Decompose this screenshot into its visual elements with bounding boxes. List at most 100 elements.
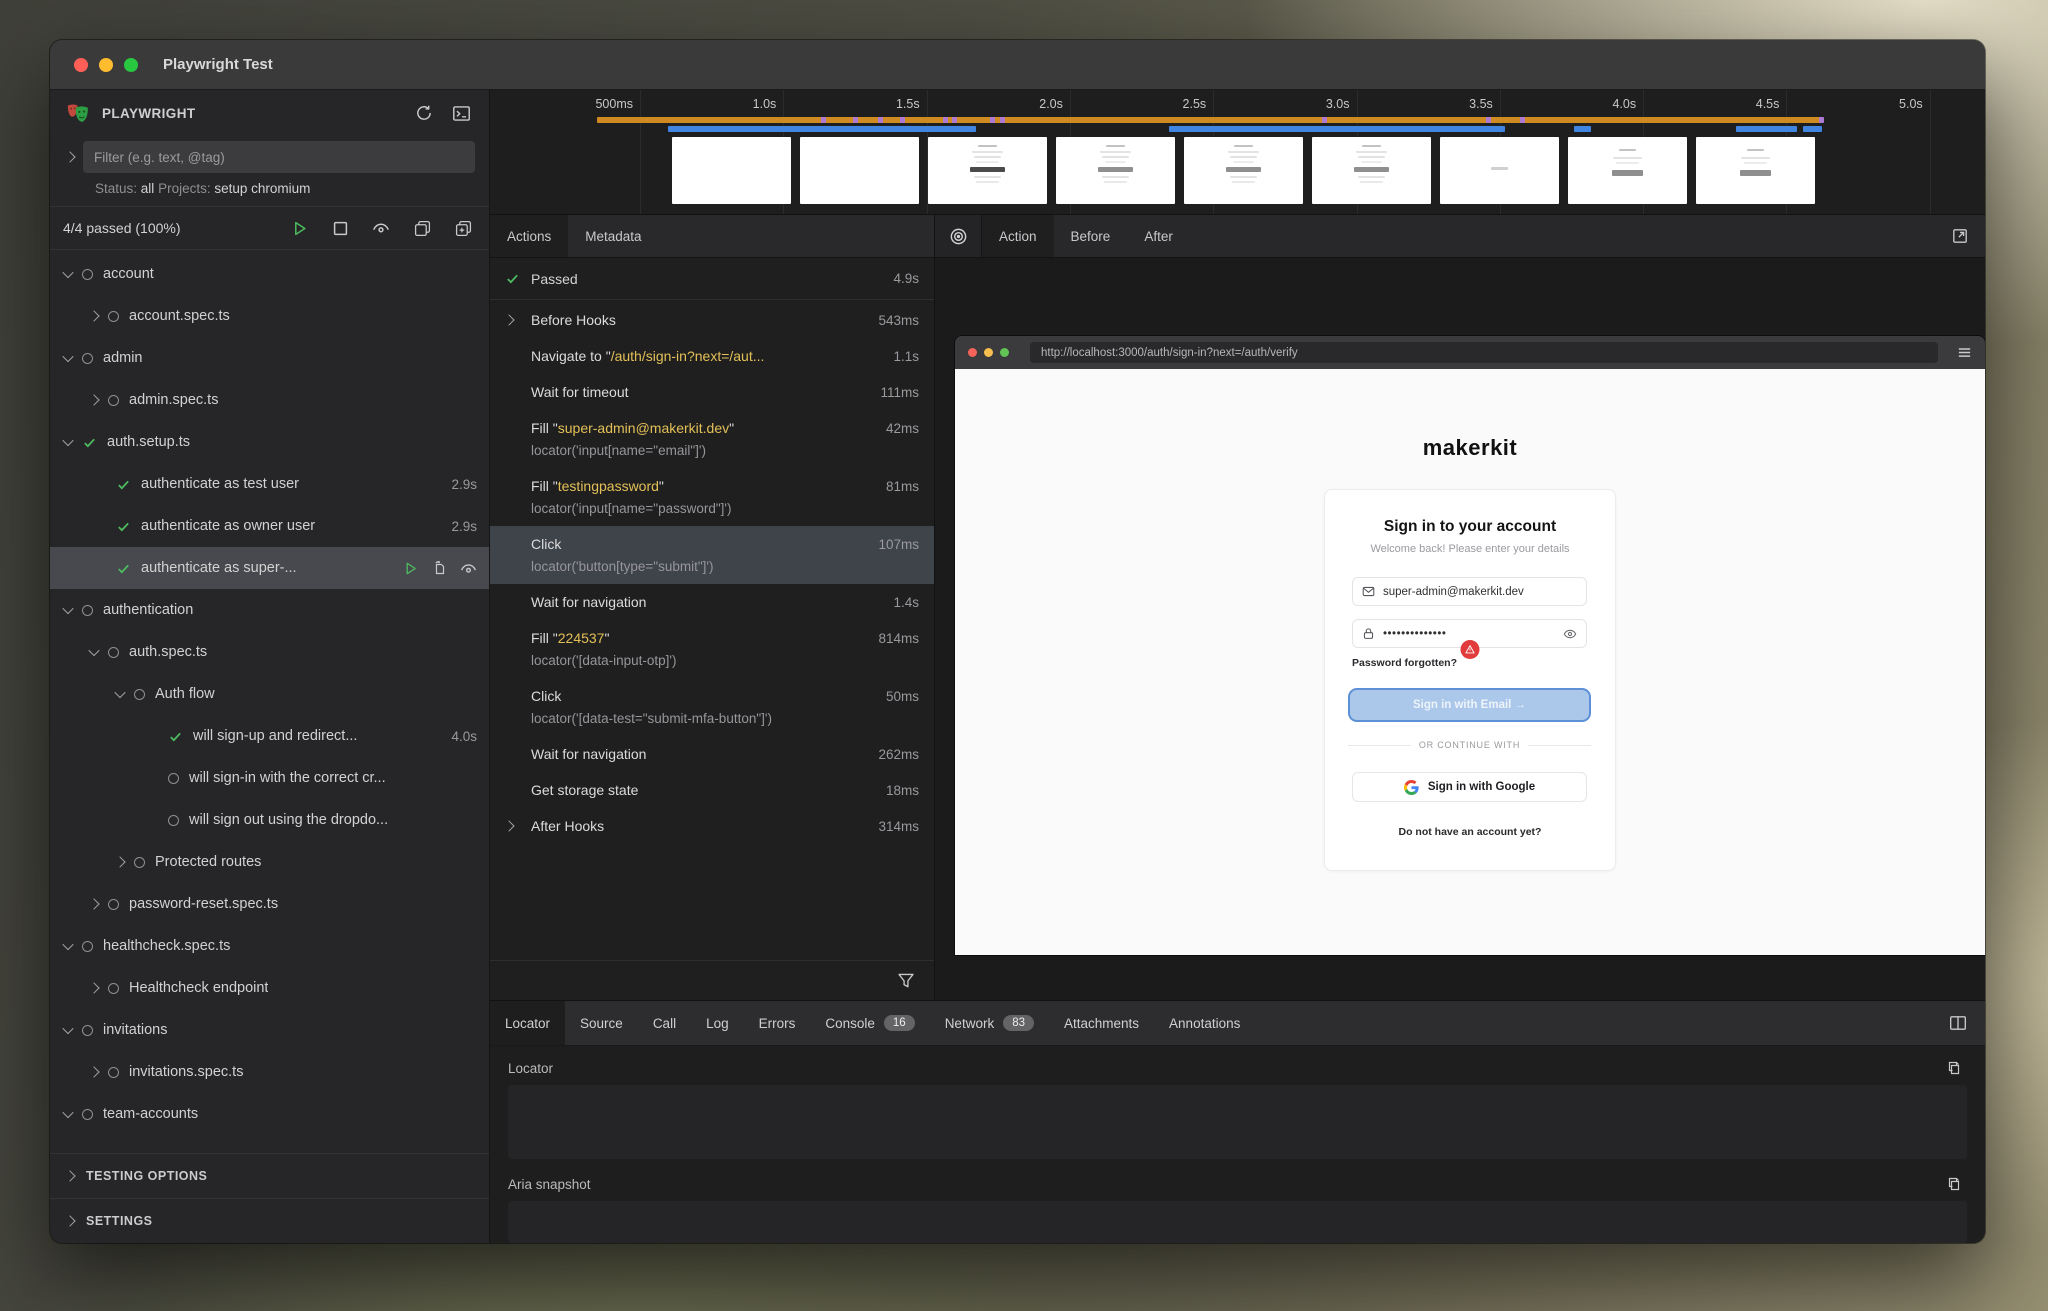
email-field[interactable]: super-admin@makerkit.dev (1352, 577, 1587, 606)
tab-action[interactable]: Action (982, 215, 1054, 257)
tree-item[interactable]: account.spec.ts (50, 295, 489, 337)
action-item[interactable]: Get storage state18ms (490, 772, 934, 808)
filter-input[interactable] (83, 141, 475, 173)
eye-icon[interactable] (460, 560, 477, 577)
eye-password-icon[interactable] (1563, 627, 1577, 641)
chevron-right-icon[interactable] (503, 314, 514, 325)
tree-item[interactable]: team-accounts (50, 1093, 489, 1135)
chevron-right-icon[interactable] (503, 820, 514, 831)
sign-in-email-button[interactable]: Sign in with Email → (1348, 688, 1591, 722)
no-account-link[interactable]: Do not have an account yet? (1325, 826, 1615, 838)
split-view-icon[interactable] (1945, 1010, 1971, 1036)
tab-network[interactable]: Network83 (930, 1001, 1049, 1045)
tab-errors[interactable]: Errors (744, 1001, 811, 1045)
copy-icon[interactable] (1941, 1055, 1967, 1081)
tree-item[interactable]: authenticate as super-... (50, 547, 489, 589)
expand-all-icon[interactable] (450, 215, 476, 241)
film-strip-frame[interactable] (1056, 137, 1175, 204)
film-strip-frame[interactable] (1440, 137, 1559, 204)
chevron-down-icon[interactable] (62, 435, 73, 446)
refresh-icon[interactable] (411, 100, 437, 126)
minimize-window-button[interactable] (99, 58, 113, 72)
tab-attachments[interactable]: Attachments (1049, 1001, 1154, 1045)
tree-item[interactable]: Protected routes (50, 841, 489, 883)
sidebar-section-settings[interactable]: SETTINGS (50, 1198, 489, 1243)
aria-snapshot-editor[interactable] (508, 1201, 1967, 1243)
tab-metadata[interactable]: Metadata (568, 215, 658, 257)
sign-in-google-button[interactable]: Sign in with Google (1352, 772, 1587, 802)
rerun-file-icon[interactable] (431, 560, 447, 576)
tab-annotations[interactable]: Annotations (1154, 1001, 1255, 1045)
external-link-icon[interactable] (1947, 223, 1973, 249)
tree-item[interactable]: will sign-up and redirect...4.0s (50, 715, 489, 757)
tab-after[interactable]: After (1127, 215, 1190, 257)
action-item[interactable]: Wait for navigation1.4s (490, 584, 934, 620)
tree-item[interactable]: authenticate as test user2.9s (50, 463, 489, 505)
action-item[interactable]: Click50mslocator('[data-test="submit-mfa… (490, 678, 934, 736)
action-item[interactable]: Fill "224537"814mslocator('[data-input-o… (490, 620, 934, 678)
chevron-down-icon[interactable] (62, 603, 73, 614)
tab-call[interactable]: Call (638, 1001, 691, 1045)
chevron-down-icon[interactable] (114, 687, 125, 698)
timeline-strip[interactable]: 500ms1.0s1.5s2.0s2.5s3.0s3.5s4.0s4.5s5.0… (490, 90, 1985, 215)
filter-funnel-icon[interactable] (893, 968, 919, 994)
film-strip-frame[interactable] (1184, 137, 1303, 204)
tree-item[interactable]: Auth flow (50, 673, 489, 715)
tree-item[interactable]: admin (50, 337, 489, 379)
tab-before[interactable]: Before (1054, 215, 1128, 257)
tree-item[interactable]: Healthcheck endpoint (50, 967, 489, 1009)
chevron-down-icon[interactable] (62, 351, 73, 362)
tree-item[interactable]: healthcheck.spec.ts (50, 925, 489, 967)
action-item[interactable]: Before Hooks543ms (490, 302, 934, 338)
tree-item[interactable]: auth.setup.ts (50, 421, 489, 463)
chevron-down-icon[interactable] (88, 645, 99, 656)
tree-item[interactable]: will sign-in with the correct cr... (50, 757, 489, 799)
tab-locator[interactable]: Locator (490, 1001, 565, 1045)
film-strip-frame[interactable] (1312, 137, 1431, 204)
action-item[interactable]: Fill "super-admin@makerkit.dev"42mslocat… (490, 410, 934, 468)
watch-all-icon[interactable] (368, 215, 394, 241)
chevron-right-icon[interactable] (88, 1066, 99, 1077)
run-all-icon[interactable] (286, 215, 312, 241)
tab-actions[interactable]: Actions (490, 215, 568, 257)
stop-icon[interactable] (327, 215, 353, 241)
terminal-icon[interactable] (448, 100, 474, 126)
film-strip-frame[interactable] (928, 137, 1047, 204)
action-item[interactable]: Wait for navigation262ms (490, 736, 934, 772)
film-strip-frame[interactable] (672, 137, 791, 204)
tree-item[interactable]: authentication (50, 589, 489, 631)
chevron-right-icon[interactable] (88, 310, 99, 321)
chevron-down-icon[interactable] (62, 1023, 73, 1034)
tree-item[interactable]: password-reset.spec.ts (50, 883, 489, 925)
chevron-down-icon[interactable] (62, 1107, 73, 1118)
action-item[interactable]: Click107mslocator('button[type="submit"]… (490, 526, 934, 584)
chevron-right-icon[interactable] (88, 898, 99, 909)
chevron-down-icon[interactable] (62, 267, 73, 278)
action-item[interactable]: Wait for timeout111ms (490, 374, 934, 410)
chevron-right-icon[interactable] (88, 982, 99, 993)
tree-item[interactable]: authenticate as owner user2.9s (50, 505, 489, 547)
chevron-down-icon[interactable] (62, 939, 73, 950)
close-window-button[interactable] (74, 58, 88, 72)
tree-item[interactable]: auth.spec.ts (50, 631, 489, 673)
chevron-right-icon[interactable] (88, 394, 99, 405)
sidebar-section-testing-options[interactable]: TESTING OPTIONS (50, 1153, 489, 1198)
zoom-window-button[interactable] (124, 58, 138, 72)
locator-editor[interactable] (508, 1085, 1967, 1159)
film-strip-frame[interactable] (1568, 137, 1687, 204)
action-item[interactable]: After Hooks314ms (490, 808, 934, 844)
tree-item[interactable]: admin.spec.ts (50, 379, 489, 421)
collapse-all-icon[interactable] (409, 215, 435, 241)
tree-item[interactable]: invitations.spec.ts (50, 1051, 489, 1093)
play-icon[interactable] (403, 561, 418, 576)
tree-item[interactable]: invitations (50, 1009, 489, 1051)
tab-console[interactable]: Console16 (810, 1001, 929, 1045)
copy-icon[interactable] (1941, 1171, 1967, 1197)
action-item[interactable]: Fill "testingpassword"81mslocator('input… (490, 468, 934, 526)
tree-item[interactable]: account (50, 253, 489, 295)
tab-source[interactable]: Source (565, 1001, 638, 1045)
tree-item[interactable]: will sign out using the dropdo... (50, 799, 489, 841)
filter-expand-chevron-icon[interactable] (64, 151, 75, 162)
film-strip-frame[interactable] (800, 137, 919, 204)
film-strip-frame[interactable] (1696, 137, 1815, 204)
